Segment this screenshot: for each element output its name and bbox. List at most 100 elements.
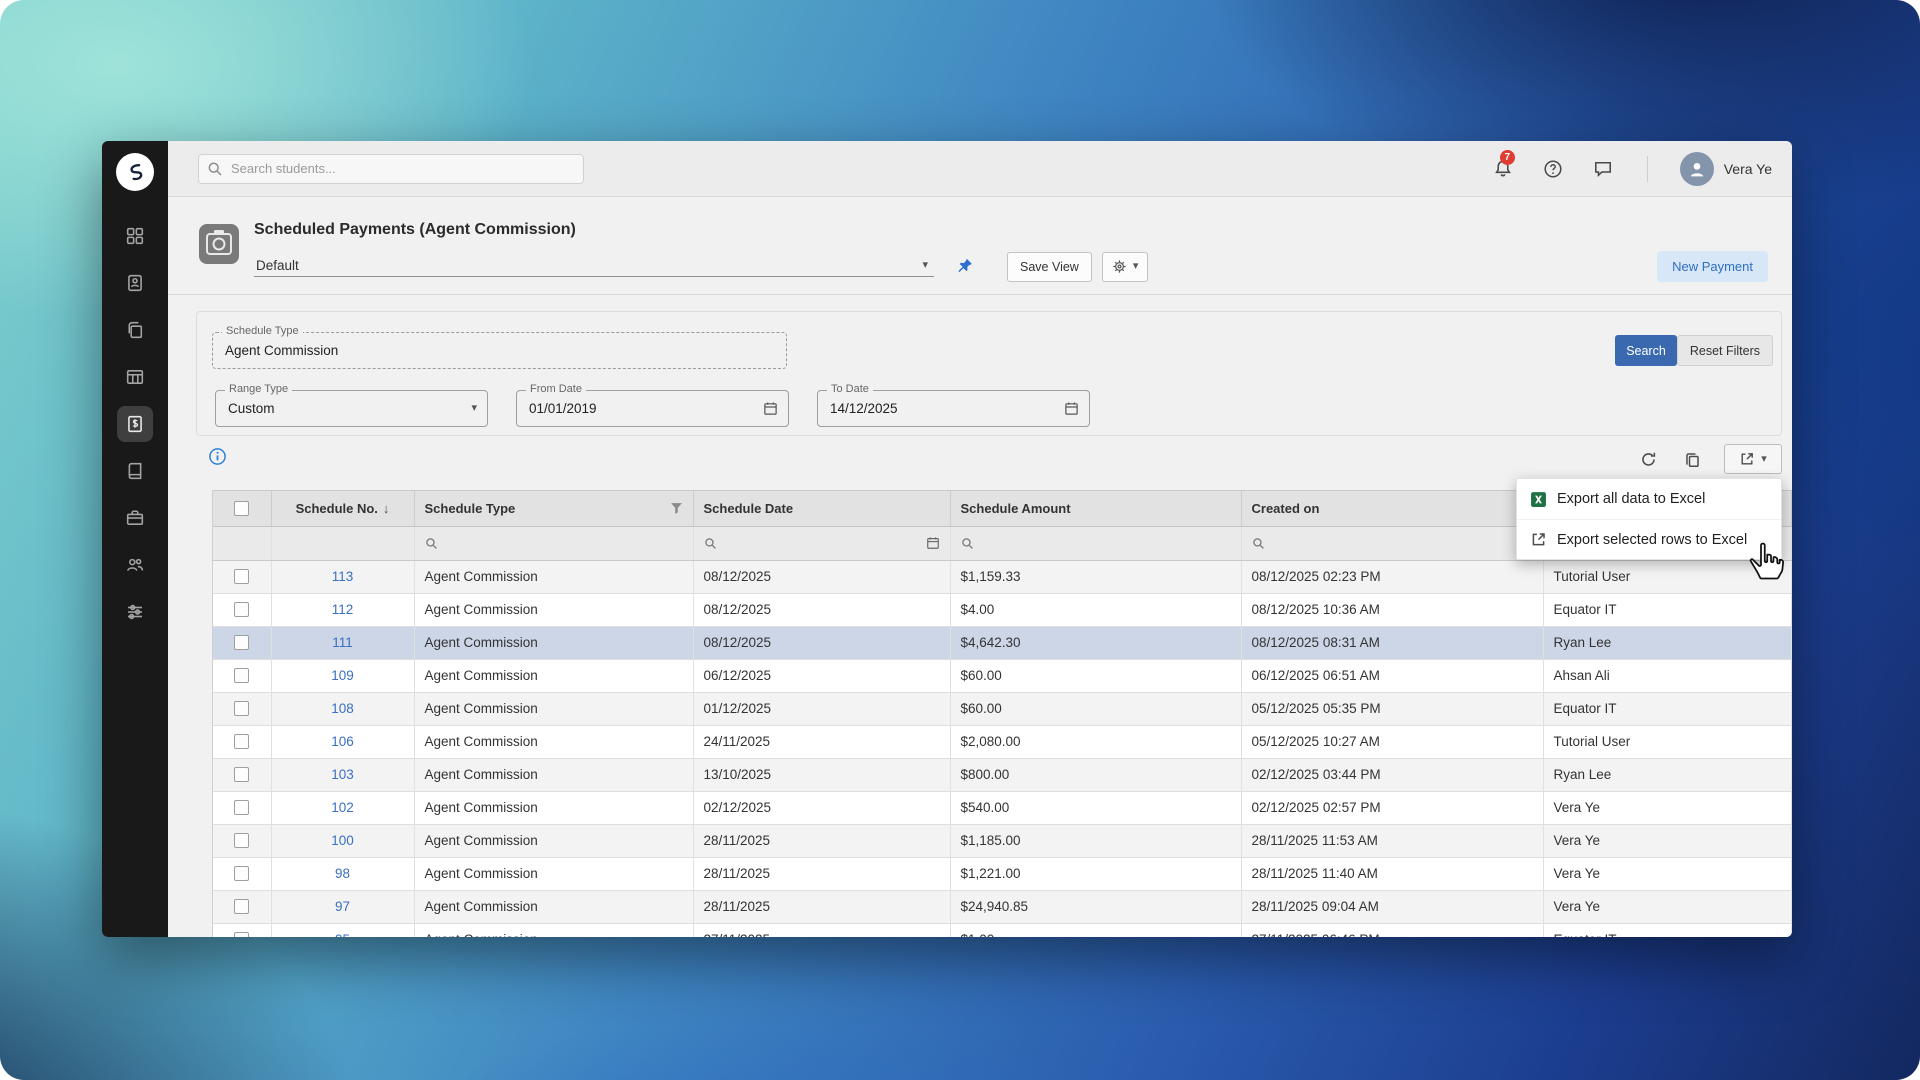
table-row[interactable]: 108 Agent Commission 01/12/2025 $60.00 0… [213, 692, 1792, 725]
main-content: 7 [168, 141, 1792, 937]
briefcase-icon [126, 509, 144, 527]
row-checkbox[interactable] [234, 635, 249, 650]
column-header-schedule-no[interactable]: Schedule No. ↓ [271, 491, 414, 526]
to-date-field[interactable]: To Date 14/12/2025 [817, 390, 1090, 427]
user-menu[interactable]: Vera Ye [1680, 152, 1772, 186]
table-body: 113 Agent Commission 08/12/2025 $1,159.3… [213, 560, 1792, 937]
filter-schedule-type[interactable] [414, 526, 693, 560]
table-row[interactable]: 109 Agent Commission 06/12/2025 $60.00 0… [213, 659, 1792, 692]
cell-schedule-amount: $24,940.85 [950, 890, 1241, 923]
cell-schedule-type: Agent Commission [414, 626, 693, 659]
copy-button[interactable] [1680, 447, 1704, 471]
calendar-icon[interactable] [926, 536, 940, 550]
help-button[interactable] [1541, 157, 1565, 181]
save-view-button[interactable]: Save View [1007, 252, 1092, 282]
sidebar-item-ledger[interactable] [117, 453, 153, 489]
column-label: Schedule No. [296, 501, 378, 516]
cell-schedule-type: Agent Commission [414, 593, 693, 626]
caret-down-icon: ▾ [1761, 454, 1767, 465]
cell-schedule-date: 08/12/2025 [693, 593, 950, 626]
refresh-button[interactable] [1636, 447, 1660, 471]
new-payment-button[interactable]: New Payment [1657, 251, 1768, 282]
row-checkbox[interactable] [234, 569, 249, 584]
chat-button[interactable] [1591, 157, 1615, 181]
row-checkbox[interactable] [234, 866, 249, 881]
filter-schedule-no[interactable] [271, 526, 414, 560]
notification-badge: 7 [1500, 150, 1515, 165]
reset-filters-button[interactable]: Reset Filters [1677, 335, 1773, 366]
row-checkbox[interactable] [234, 767, 249, 782]
cell-created-by: Vera Ye [1543, 824, 1792, 857]
export-menu-button[interactable]: ▾ [1724, 444, 1782, 474]
menu-item-export-all[interactable]: Export all data to Excel [1517, 479, 1781, 519]
cell-schedule-amount: $4,642.30 [950, 626, 1241, 659]
schedule-no-link[interactable]: 103 [331, 767, 354, 782]
range-type-field[interactable]: Range Type Custom ▾ [215, 390, 488, 427]
table-row[interactable]: 100 Agent Commission 28/11/2025 $1,185.0… [213, 824, 1792, 857]
schedule-no-link[interactable]: 100 [331, 833, 354, 848]
table-row[interactable]: 106 Agent Commission 24/11/2025 $2,080.0… [213, 725, 1792, 758]
sidebar-item-dashboard[interactable] [117, 218, 153, 254]
row-checkbox[interactable] [234, 800, 249, 815]
table-row[interactable]: 102 Agent Commission 02/12/2025 $540.00 … [213, 791, 1792, 824]
row-checkbox[interactable] [234, 701, 249, 716]
schedule-no-link[interactable]: 95 [335, 932, 350, 937]
schedule-no-link[interactable]: 109 [331, 668, 354, 683]
column-header-schedule-date[interactable]: Schedule Date [693, 491, 950, 526]
cell-created-by: Ahsan Ali [1543, 659, 1792, 692]
table-row[interactable]: 113 Agent Commission 08/12/2025 $1,159.3… [213, 560, 1792, 593]
schedule-no-link[interactable]: 102 [331, 800, 354, 815]
column-header-created-on[interactable]: Created on [1241, 491, 1543, 526]
filters-search-label: Search [1626, 344, 1666, 358]
info-button[interactable] [208, 447, 227, 471]
sidebar-item-scheduled-payments[interactable] [117, 406, 153, 442]
schedule-no-link[interactable]: 108 [331, 701, 354, 716]
schedule-type-field[interactable]: Schedule Type Agent Commission [212, 332, 787, 369]
search-input[interactable] [198, 154, 584, 184]
search-icon [704, 537, 717, 550]
app-logo[interactable] [116, 153, 154, 191]
sidebar-item-briefcase[interactable] [117, 500, 153, 536]
menu-item-export-selected[interactable]: Export selected rows to Excel [1517, 519, 1781, 559]
row-checkbox[interactable] [234, 833, 249, 848]
filter-created-on[interactable] [1241, 526, 1543, 560]
schedule-no-link[interactable]: 112 [332, 602, 354, 617]
filter-schedule-date[interactable] [693, 526, 950, 560]
filters-search-button[interactable]: Search [1615, 335, 1677, 366]
table-row[interactable]: 112 Agent Commission 08/12/2025 $4.00 08… [213, 593, 1792, 626]
sidebar-item-contacts[interactable] [117, 265, 153, 301]
view-selector[interactable]: Default ▾ [254, 256, 934, 277]
filter-schedule-amount[interactable] [950, 526, 1241, 560]
sidebar-item-agents[interactable] [117, 547, 153, 583]
topbar-actions: 7 [1491, 152, 1772, 186]
filter-funnel-icon[interactable] [670, 502, 683, 515]
table-row[interactable]: 111 Agent Commission 08/12/2025 $4,642.3… [213, 626, 1792, 659]
sidebar-item-settings[interactable] [117, 594, 153, 630]
table-row[interactable]: 95 Agent Commission 27/11/2025 $1.00 27/… [213, 923, 1792, 937]
table-row[interactable]: 97 Agent Commission 28/11/2025 $24,940.8… [213, 890, 1792, 923]
to-date-value: 14/12/2025 [830, 391, 898, 426]
row-checkbox[interactable] [234, 734, 249, 749]
view-settings-button[interactable]: ▾ [1102, 252, 1149, 282]
from-date-field[interactable]: From Date 01/01/2019 [516, 390, 789, 427]
table-row[interactable]: 103 Agent Commission 13/10/2025 $800.00 … [213, 758, 1792, 791]
pin-view-button[interactable] [956, 258, 973, 275]
schedule-no-link[interactable]: 98 [335, 866, 350, 881]
sidebar-item-pages[interactable] [117, 312, 153, 348]
table-row[interactable]: 98 Agent Commission 28/11/2025 $1,221.00… [213, 857, 1792, 890]
row-checkbox[interactable] [234, 668, 249, 683]
schedule-no-link[interactable]: 106 [331, 734, 354, 749]
schedule-no-link[interactable]: 111 [332, 635, 353, 650]
column-header-schedule-amount[interactable]: Schedule Amount [950, 491, 1241, 526]
schedule-no-link[interactable]: 97 [335, 899, 350, 914]
column-label: Schedule Type [425, 501, 516, 516]
schedule-no-link[interactable]: 113 [332, 569, 354, 584]
select-all-checkbox[interactable] [234, 501, 249, 516]
cell-created-on: 02/12/2025 02:57 PM [1241, 791, 1543, 824]
sidebar-item-tables[interactable] [117, 359, 153, 395]
row-checkbox[interactable] [234, 932, 249, 937]
row-checkbox[interactable] [234, 602, 249, 617]
notifications-button[interactable]: 7 [1491, 157, 1515, 181]
row-checkbox[interactable] [234, 899, 249, 914]
column-header-schedule-type[interactable]: Schedule Type [414, 491, 693, 526]
